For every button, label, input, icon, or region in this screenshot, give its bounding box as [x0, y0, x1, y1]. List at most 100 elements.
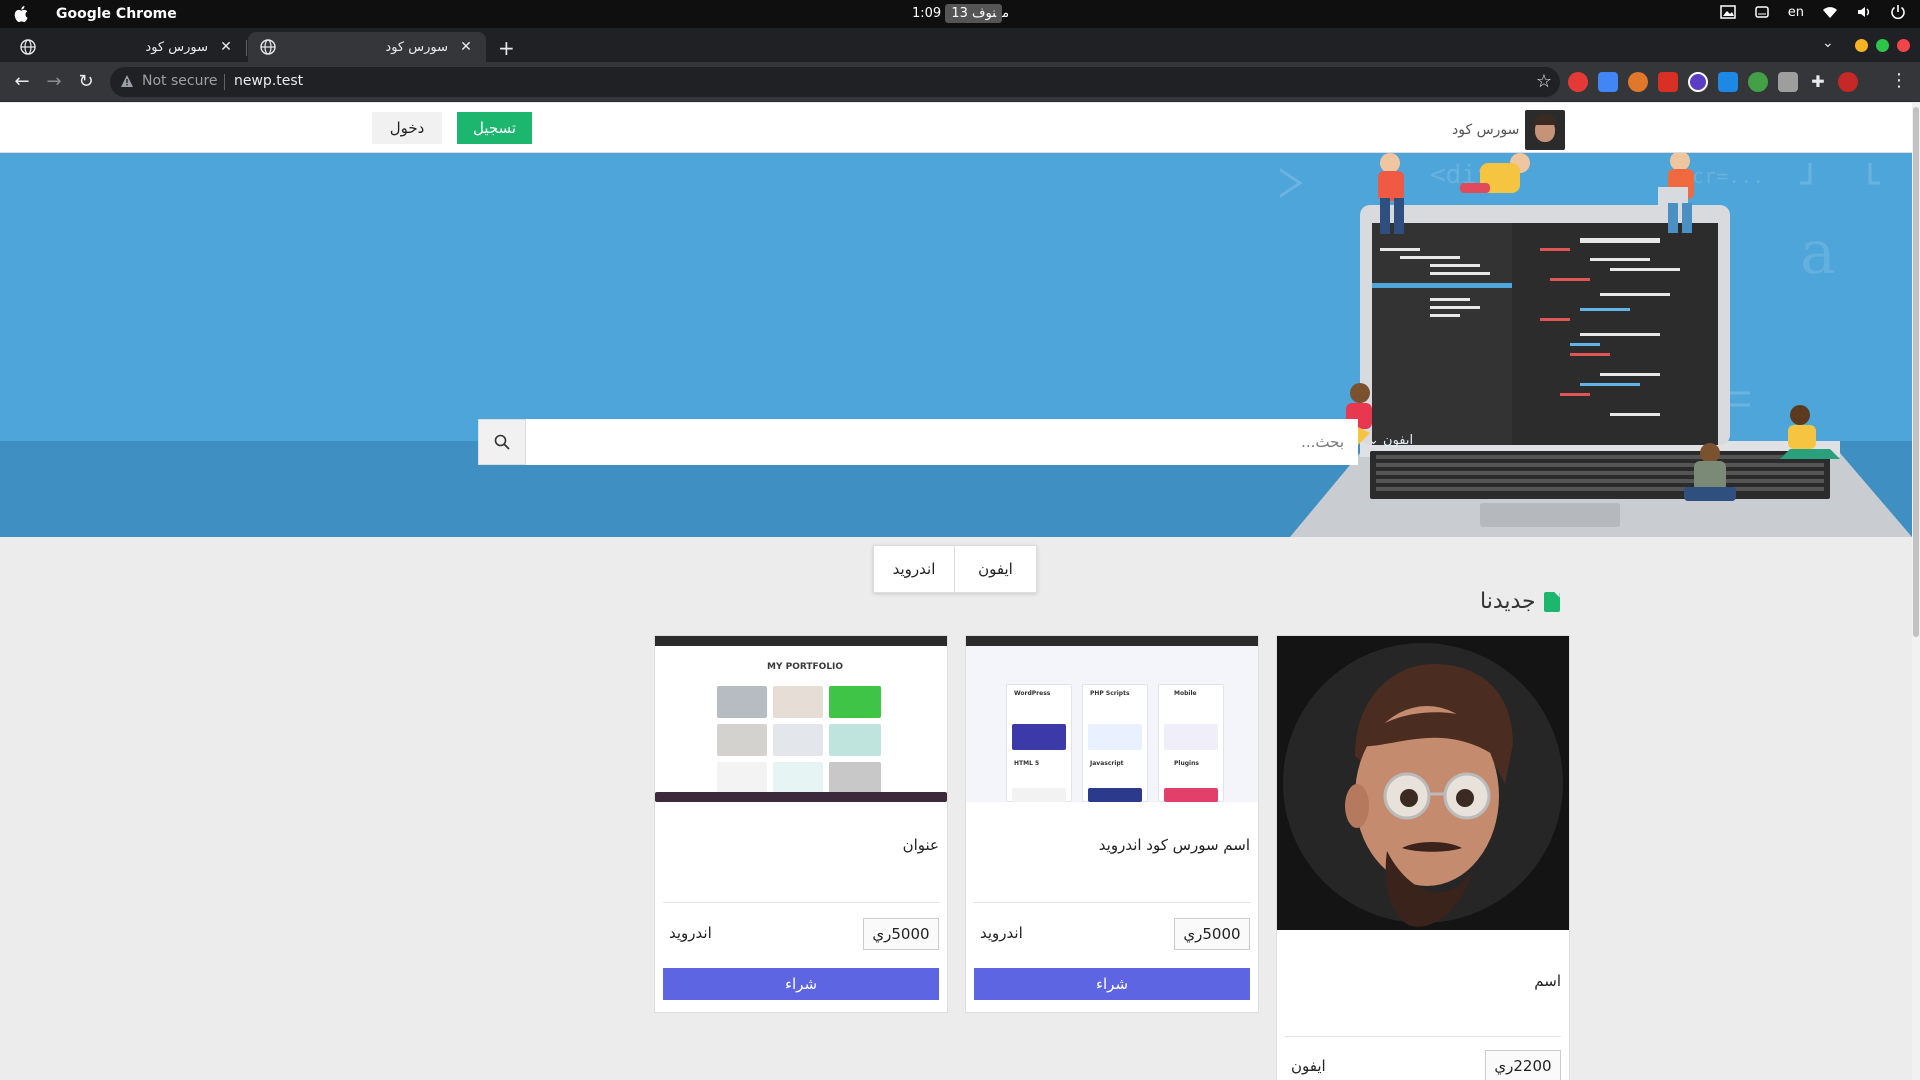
- keyboard-language[interactable]: en: [1788, 5, 1804, 20]
- thumb-label: Mobile: [1174, 690, 1197, 697]
- extension-color-icon[interactable]: [1748, 72, 1768, 92]
- reload-icon[interactable]: ↻: [74, 70, 98, 94]
- product-card[interactable]: اسم 2200ري ايفون: [1276, 635, 1570, 1080]
- product-image[interactable]: MY PORTFOLIO: [655, 636, 947, 802]
- product-category: اندرويد: [669, 924, 712, 942]
- screenshot-browser-bar: [966, 636, 1258, 646]
- memoji-avatar-image: [1277, 636, 1569, 930]
- laptop-illustration: <div> scr=... a: [1280, 153, 1912, 537]
- login-button[interactable]: دخول: [372, 112, 442, 144]
- thumb-taskbar: [655, 792, 947, 802]
- buy-button[interactable]: شراء: [663, 968, 939, 1000]
- profile-avatar-icon[interactable]: [1838, 72, 1858, 92]
- bookmark-star-icon[interactable]: ☆: [1536, 71, 1552, 92]
- search-category-select[interactable]: ايفون ⌄: [1368, 433, 1413, 448]
- thumb-tile: [717, 686, 767, 718]
- back-arrow-icon[interactable]: ←: [10, 70, 34, 94]
- drive-icon[interactable]: [1754, 4, 1770, 20]
- filter-android[interactable]: اندرويد: [873, 545, 955, 593]
- extension-fi-icon[interactable]: [1718, 72, 1738, 92]
- product-price: 5000ري: [863, 918, 939, 950]
- omnibox-separator: [224, 74, 225, 90]
- product-image[interactable]: [1277, 636, 1569, 930]
- buy-button[interactable]: شراء: [974, 968, 1250, 1000]
- system-tray: en: [1720, 4, 1906, 20]
- thumb-tile: [1012, 788, 1066, 802]
- extension-purple-icon[interactable]: [1688, 72, 1708, 92]
- tab-close-icon[interactable]: ✕: [458, 39, 474, 55]
- document-icon: [1543, 591, 1560, 612]
- tab-title: سورس كود: [385, 39, 448, 55]
- product-card[interactable]: WordPress PHP Scripts Mobile HTML 5 Java…: [965, 635, 1259, 1013]
- security-label[interactable]: Not secure: [142, 73, 218, 89]
- thumb-tile: [829, 724, 881, 756]
- product-category: اندرويد: [980, 924, 1023, 942]
- thumb-tile: [717, 762, 767, 794]
- register-button[interactable]: تسجيل: [457, 112, 532, 144]
- maximize-button[interactable]: [1876, 39, 1889, 52]
- tab-1[interactable]: سورس كود ✕: [8, 32, 246, 62]
- page-scrollbar[interactable]: [1912, 103, 1920, 1080]
- card-divider: [974, 902, 1250, 903]
- thumb-tile: [1088, 724, 1142, 750]
- power-icon[interactable]: [1890, 4, 1906, 20]
- thumb-tile: [1164, 788, 1218, 802]
- search-category-label: ايفون: [1383, 433, 1414, 448]
- thumb-label: WordPress: [1014, 690, 1051, 697]
- product-price: 2200ري: [1485, 1050, 1561, 1080]
- forward-arrow-icon[interactable]: →: [42, 70, 66, 94]
- product-card[interactable]: MY PORTFOLIO عنوان 5000ري اندرويد شراء: [654, 635, 948, 1013]
- site-brand[interactable]: سورس كود: [1452, 110, 1566, 150]
- section-title-text: جديدنا: [1480, 589, 1536, 614]
- close-window-button[interactable]: [1897, 39, 1910, 52]
- scrollbar-thumb[interactable]: [1913, 107, 1919, 637]
- product-title[interactable]: عنوان: [903, 836, 939, 854]
- active-app-name[interactable]: Google Chrome: [56, 6, 177, 22]
- warning-triangle-icon[interactable]: [120, 74, 134, 88]
- brand-name: سورس كود: [1452, 122, 1520, 138]
- product-title[interactable]: اسم سورس كود اندرويد: [1099, 836, 1250, 854]
- hero-banner: <div> scr=... a بحث... ايفون ⌄: [0, 153, 1912, 537]
- extension-red-icon[interactable]: [1568, 72, 1588, 92]
- wifi-icon[interactable]: [1822, 4, 1838, 20]
- thumb-label: MY PORTFOLIO: [767, 662, 844, 672]
- apple-icon[interactable]: [14, 5, 30, 23]
- volume-icon[interactable]: [1856, 4, 1872, 20]
- search-button[interactable]: [478, 419, 526, 465]
- new-tab-button[interactable]: +: [498, 36, 515, 60]
- puzzle-extensions-icon[interactable]: ✚: [1808, 72, 1828, 92]
- minimize-button[interactable]: [1855, 39, 1868, 52]
- thumb-tile: [717, 724, 767, 756]
- thumb-tile: [773, 686, 823, 718]
- thumb-tile: [1088, 788, 1142, 802]
- globe-icon: [20, 39, 36, 55]
- url-text[interactable]: newp.test: [234, 73, 303, 89]
- card-divider: [1285, 1036, 1561, 1037]
- thumb-label: Plugins: [1174, 760, 1199, 767]
- web-page: دخول تسجيل سورس كود <div> scr=... a بحث.…: [0, 103, 1912, 1080]
- screenshot-browser-bar: [655, 636, 947, 646]
- tab-search-chevron-icon[interactable]: ⌄: [1822, 35, 1834, 51]
- thumb-tile: [829, 762, 881, 794]
- extension-gray-icon[interactable]: [1778, 72, 1798, 92]
- tab-close-icon[interactable]: ✕: [218, 39, 234, 55]
- extension-orange-icon[interactable]: [1628, 72, 1648, 92]
- screenshot-icon[interactable]: [1720, 4, 1736, 20]
- svg-text:a: a: [1800, 218, 1836, 288]
- clock[interactable]: 1:09 منوف 13: [912, 4, 1017, 23]
- extension-va-icon[interactable]: [1658, 72, 1678, 92]
- card-divider: [663, 902, 939, 903]
- search-icon: [494, 434, 510, 450]
- translate-extension-icon[interactable]: [1598, 72, 1618, 92]
- product-image[interactable]: WordPress PHP Scripts Mobile HTML 5 Java…: [966, 636, 1258, 802]
- chrome-menu-icon[interactable]: ⋮: [1890, 70, 1908, 91]
- browser-toolbar: ← → ↻ Not secure newp.test ☆ ✚ ⋮: [0, 62, 1920, 102]
- search-input[interactable]: [526, 419, 1358, 465]
- tab-separator: [246, 40, 247, 56]
- product-title[interactable]: اسم: [1534, 972, 1561, 990]
- section-heading: جديدنا: [1480, 589, 1560, 614]
- address-bar[interactable]: Not secure newp.test ☆: [110, 67, 1560, 97]
- tab-2-active[interactable]: سورس كود ✕: [248, 32, 486, 62]
- brand-logo: [1525, 110, 1566, 150]
- filter-iphone[interactable]: ايفون: [955, 545, 1037, 593]
